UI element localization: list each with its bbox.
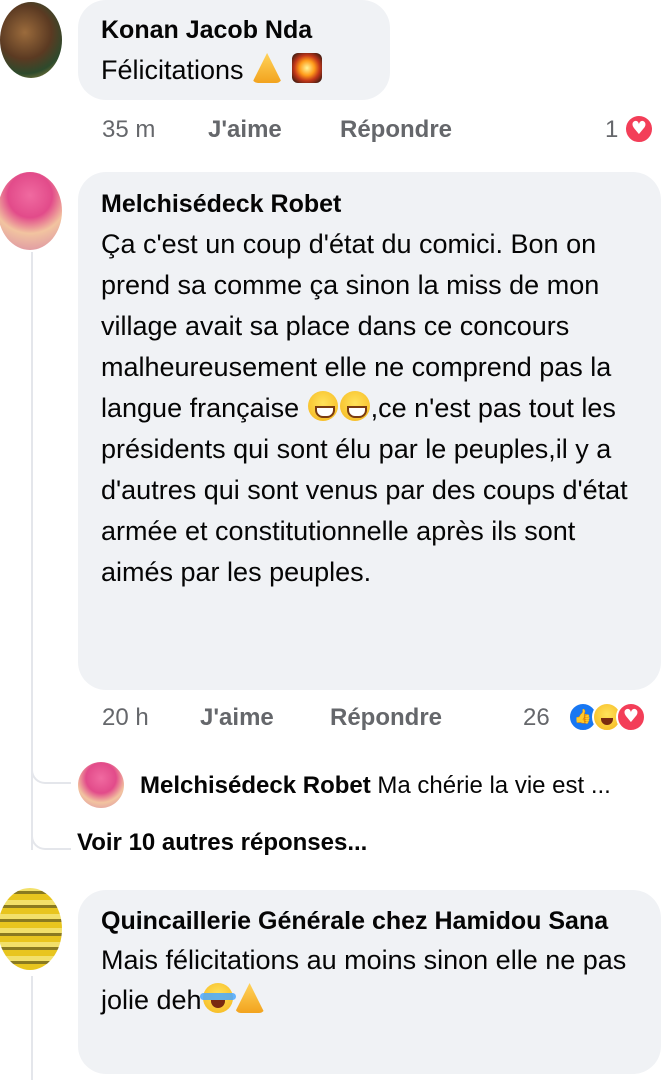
reply-author[interactable]: Melchisédeck Robet [140, 772, 371, 799]
comment-author[interactable]: Quincaillerie Générale chez Hamidou Sana [101, 902, 637, 940]
comment-bubble-konan: Konan Jacob Nda Félicitations [78, 0, 390, 100]
comment-actions: 35 m J'aime Répondre 1 [102, 114, 663, 146]
reaction-count[interactable]: 1 [605, 116, 618, 144]
more-replies-link[interactable]: Voir 10 autres réponses... [77, 828, 367, 858]
comment-bubble-quincaillerie: Quincaillerie Générale chez Hamidou Sana… [78, 890, 661, 1074]
avatar-konan[interactable] [0, 2, 62, 78]
comment-text: Félicitations [101, 50, 366, 90]
reaction-count[interactable]: 26 [523, 704, 550, 732]
grinning-face-icon [339, 391, 370, 421]
comment-text: Ça c'est un coup d'état du comici. Bon o… [101, 224, 637, 593]
comment-time[interactable]: 20 h [102, 704, 149, 732]
comment-author[interactable]: Melchisédeck Robet [101, 186, 637, 222]
folded-hands-icon [252, 53, 283, 83]
thread-line [31, 976, 33, 1080]
heart-reaction-icon[interactable] [624, 114, 654, 144]
like-button[interactable]: J'aime [208, 116, 282, 144]
fireworks-icon [291, 53, 322, 83]
reply-button[interactable]: Répondre [340, 116, 452, 144]
avatar-quincaillerie[interactable] [0, 888, 62, 970]
reply-preview[interactable]: Melchisédeck Robet Ma chérie la vie est … [140, 770, 663, 802]
grinning-face-icon [307, 391, 338, 421]
reply-button[interactable]: Répondre [330, 704, 442, 732]
comment-author[interactable]: Konan Jacob Nda [101, 12, 366, 48]
comment-actions: 20 h J'aime Répondre 26 [102, 702, 663, 734]
heart-reaction-icon[interactable] [616, 702, 646, 732]
reply-text: Ma chérie la vie est ... [377, 772, 611, 799]
thread-branch [31, 826, 71, 850]
comment-text-body: Mais félicitations au moins sinon elle n… [101, 945, 627, 1015]
comment-text: Mais félicitations au moins sinon elle n… [101, 940, 637, 1020]
folded-hands-icon [234, 983, 265, 1013]
thread-branch [31, 760, 71, 784]
comment-text-body: Félicitations [101, 55, 244, 85]
like-button[interactable]: J'aime [200, 704, 274, 732]
tears-of-joy-icon [199, 983, 236, 1013]
comments-thread: Konan Jacob Nda Félicitations 35 m J'aim… [0, 0, 663, 1080]
comment-time[interactable]: 35 m [102, 116, 155, 144]
avatar-melchisedeck[interactable] [0, 172, 62, 250]
avatar-melchisedeck-reply[interactable] [78, 762, 124, 808]
comment-bubble-melchisedeck: Melchisédeck Robet Ça c'est un coup d'ét… [78, 172, 661, 690]
